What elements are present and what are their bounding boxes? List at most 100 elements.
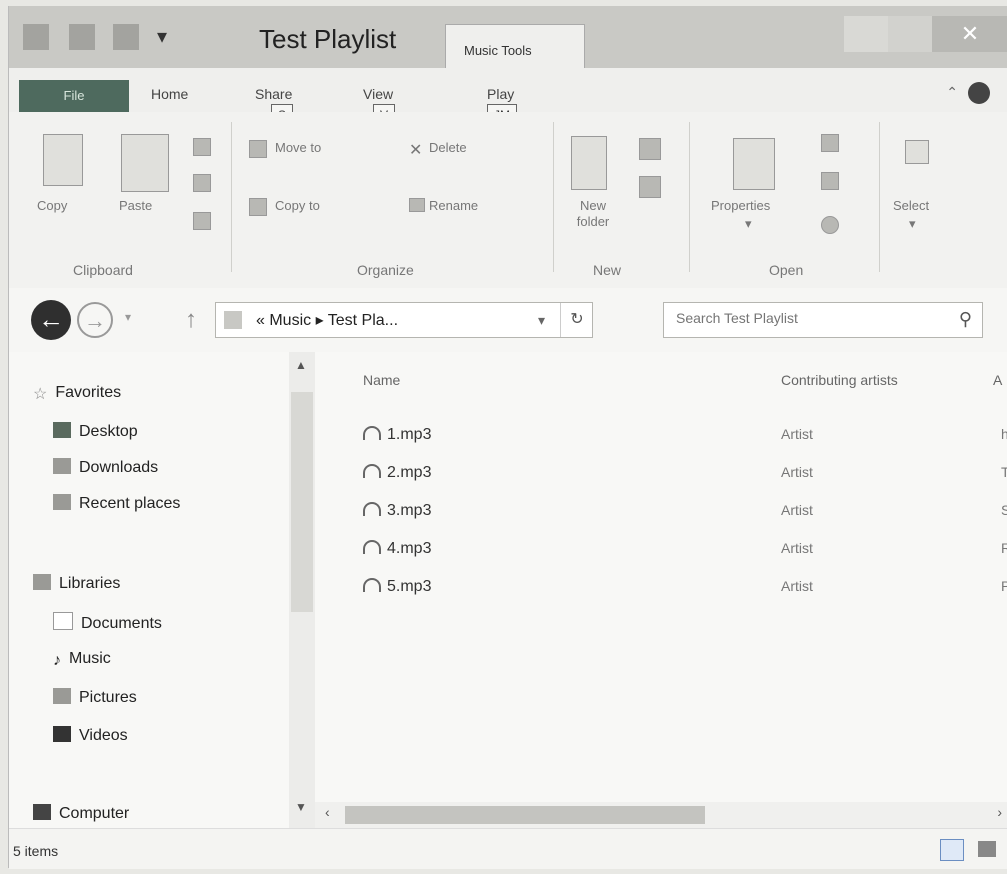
nav-item-pictures[interactable]: Pictures — [53, 688, 137, 707]
easy-access-icon[interactable] — [639, 176, 661, 198]
help-icon[interactable] — [968, 82, 990, 104]
move-to-icon — [249, 140, 267, 158]
scroll-down-icon[interactable]: ▼ — [295, 800, 307, 814]
properties-button[interactable]: Properties — [711, 198, 770, 213]
nav-item-videos[interactable]: Videos — [53, 726, 128, 745]
paste-icon[interactable] — [121, 134, 169, 192]
nav-item-recent-places[interactable]: Recent places — [53, 494, 180, 513]
file-row[interactable]: 5.mp3 Artist P — [315, 578, 1007, 614]
address-bar[interactable]: « Music ▸ Test Pla... ▾ ↻ — [215, 302, 593, 338]
app-icon[interactable] — [23, 24, 49, 50]
nav-item-favorites[interactable]: ☆ Favorites — [33, 384, 121, 403]
tab-home[interactable]: Home — [151, 86, 188, 102]
horizontal-scroll-thumb[interactable] — [345, 806, 705, 824]
documents-icon — [53, 612, 73, 630]
nav-item-desktop[interactable]: Desktop — [53, 422, 138, 441]
maximize-button[interactable] — [888, 16, 932, 52]
recent-locations-dropdown-icon[interactable]: ▾ — [125, 310, 131, 324]
move-to-button[interactable]: Move to — [275, 140, 321, 155]
file-name: 5.mp3 — [387, 578, 432, 595]
close-button[interactable]: ✕ — [932, 16, 1007, 52]
copy-button[interactable]: Copy — [37, 198, 67, 213]
column-header-album[interactable]: A — [993, 372, 1002, 388]
context-tab-music-tools[interactable]: Music Tools — [445, 24, 585, 69]
column-header-name[interactable]: Name — [363, 372, 400, 388]
copy-path-icon[interactable] — [193, 174, 211, 192]
nav-item-computer[interactable]: Computer — [33, 804, 129, 823]
nav-item-music[interactable]: ♪ Music — [53, 650, 111, 669]
navigation-pane: ☆ Favorites Desktop Downloads Recent plac… — [9, 352, 289, 828]
audio-file-icon — [363, 464, 381, 478]
select-dropdown-icon[interactable]: ▾ — [909, 216, 916, 232]
tab-share[interactable]: Share — [255, 86, 292, 102]
scroll-right-icon[interactable]: › — [997, 804, 1002, 820]
new-folder-button[interactable]: New folder — [565, 198, 621, 230]
file-row[interactable]: 3.mp3 Artist S — [315, 502, 1007, 538]
new-folder-quick-icon[interactable] — [113, 24, 139, 50]
minimize-button[interactable] — [844, 16, 888, 52]
computer-icon — [33, 804, 51, 820]
breadcrumb[interactable]: « Music ▸ Test Pla... — [256, 310, 398, 330]
history-icon[interactable] — [821, 216, 839, 234]
file-row[interactable]: 4.mp3 Artist R — [315, 540, 1007, 576]
nav-pane-scrollbar[interactable]: ▲ ▼ — [289, 352, 315, 828]
downloads-icon — [53, 458, 71, 474]
properties-quick-icon[interactable] — [69, 24, 95, 50]
delete-button[interactable]: Delete — [429, 140, 467, 155]
new-item-icon[interactable] — [639, 138, 661, 160]
search-icon[interactable]: ⚲ — [959, 309, 972, 330]
title-bar: ▾ Test Playlist Music Tools ✕ — [9, 6, 1007, 69]
column-header-contributing-artists[interactable]: Contributing artists — [781, 372, 898, 388]
artist-cell: Artist — [781, 502, 813, 518]
libraries-icon — [33, 574, 51, 590]
file-row[interactable]: 2.mp3 Artist T — [315, 464, 1007, 500]
large-icons-view-icon[interactable] — [978, 841, 996, 857]
select-icon[interactable] — [905, 140, 929, 164]
content-area: ☆ Favorites Desktop Downloads Recent plac… — [9, 352, 1007, 828]
nav-label: Libraries — [59, 575, 121, 592]
up-button[interactable]: ↑ — [185, 306, 197, 334]
tab-file[interactable]: File — [19, 80, 129, 112]
details-view-icon[interactable] — [940, 839, 964, 861]
address-dropdown-icon[interactable]: ▾ — [538, 312, 545, 329]
tab-view[interactable]: View — [363, 86, 393, 102]
file-row[interactable]: 1.mp3 Artist h — [315, 426, 1007, 462]
nav-item-libraries[interactable]: Libraries — [33, 574, 120, 593]
properties-dropdown-icon[interactable]: ▾ — [745, 216, 752, 232]
search-input[interactable] — [674, 309, 938, 327]
nav-item-downloads[interactable]: Downloads — [53, 458, 158, 477]
ribbon-tab-row: File Home Share S View V Play JM ⌃ — [9, 68, 1007, 126]
item-count: 5 items — [13, 843, 59, 859]
select-button[interactable]: Select — [893, 198, 929, 213]
nav-label: Music — [69, 650, 111, 667]
new-folder-icon[interactable] — [571, 136, 607, 190]
ribbon-collapse-icon[interactable]: ⌃ — [946, 84, 958, 101]
copy-to-button[interactable]: Copy to — [275, 198, 320, 213]
horizontal-scrollbar[interactable]: ‹ › — [315, 802, 1007, 828]
forward-button[interactable]: → — [77, 302, 113, 338]
paste-button[interactable]: Paste — [119, 198, 152, 213]
search-box[interactable]: ⚲ — [663, 302, 983, 338]
scroll-thumb[interactable] — [291, 392, 313, 612]
recent-places-icon — [53, 494, 71, 510]
quick-access-dropdown-icon[interactable]: ▾ — [157, 24, 167, 49]
cut-icon[interactable] — [193, 138, 211, 156]
back-button[interactable]: ← — [31, 300, 71, 340]
rename-icon — [409, 198, 425, 212]
edit-icon[interactable] — [821, 172, 839, 190]
copy-icon[interactable] — [43, 134, 83, 186]
scroll-up-icon[interactable]: ▲ — [295, 358, 307, 372]
file-name: 2.mp3 — [387, 464, 432, 481]
scroll-left-icon[interactable]: ‹ — [325, 804, 330, 820]
file-name-cell: 4.mp3 — [363, 540, 431, 558]
rename-button[interactable]: Rename — [429, 198, 478, 213]
paste-shortcut-icon[interactable] — [193, 212, 211, 230]
refresh-button[interactable]: ↻ — [560, 303, 593, 337]
open-icon[interactable] — [821, 134, 839, 152]
tab-play[interactable]: Play — [487, 86, 514, 102]
group-organize: Organize — [357, 262, 414, 278]
properties-icon[interactable] — [733, 138, 775, 190]
copy-to-icon — [249, 198, 267, 216]
nav-item-documents[interactable]: Documents — [53, 612, 162, 633]
nav-label: Computer — [59, 805, 130, 822]
